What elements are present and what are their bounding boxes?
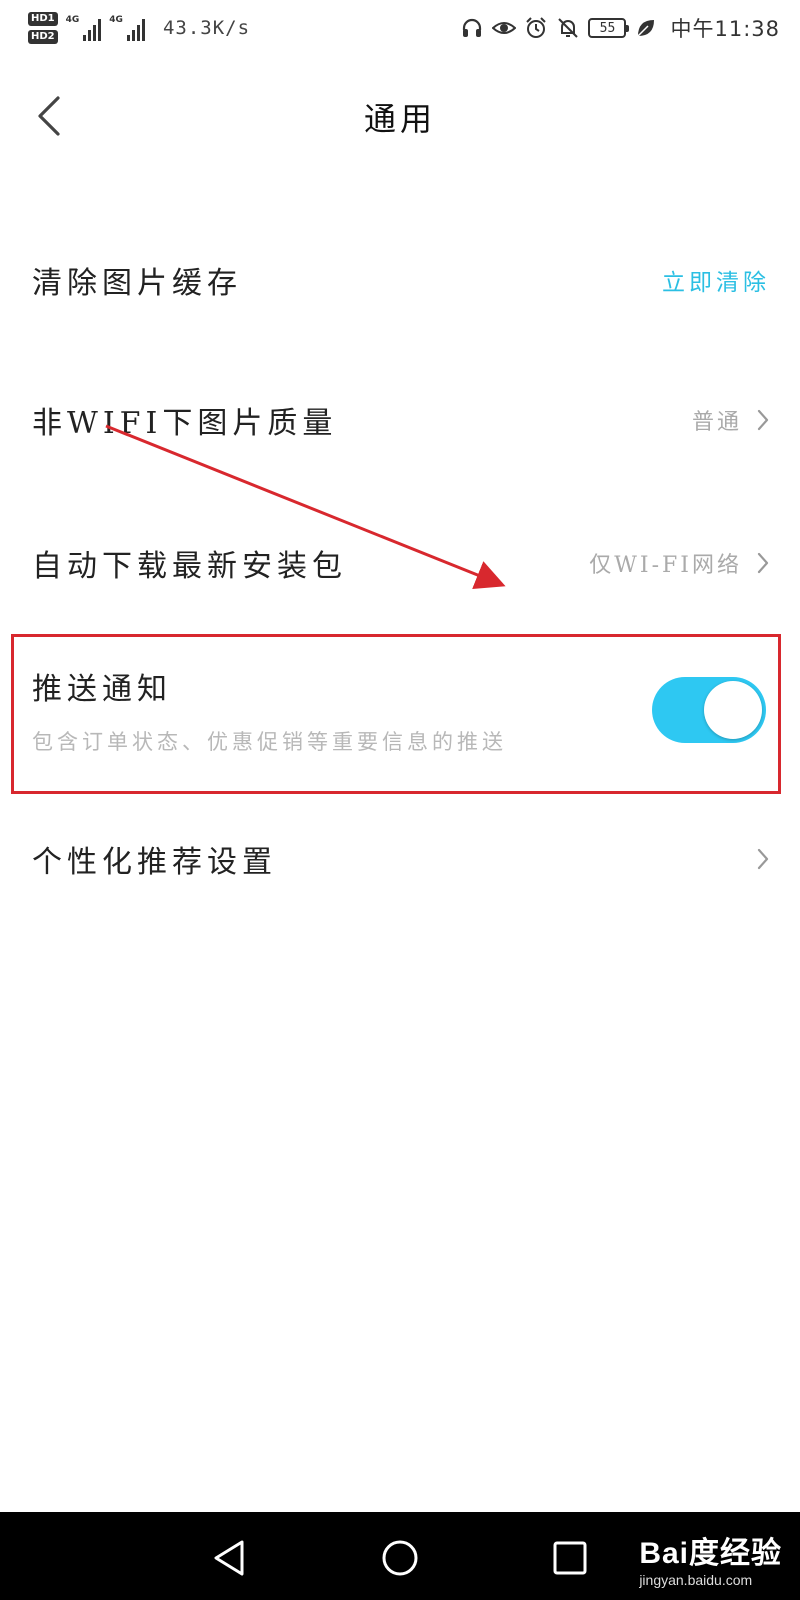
auto-download-label: 自动下载最新安装包	[32, 549, 347, 584]
clear-cache-label: 清除图片缓存	[32, 266, 242, 301]
image-quality-label: 非WIFI下图片质量	[32, 406, 338, 441]
clock: 中午11:38	[670, 17, 780, 41]
navigation-bar: Bai度经验 jingyan.baidu.com	[0, 1512, 800, 1600]
nav-back-icon[interactable]	[206, 1534, 254, 1582]
status-left: HD1 HD2 4G 4G 43.3K/s	[28, 12, 250, 44]
nav-recent-icon[interactable]	[546, 1534, 594, 1582]
signal-1-label: 4G	[65, 15, 80, 25]
hd1-badge: HD1	[28, 12, 58, 26]
signal-2-icon: 4G	[109, 15, 145, 41]
screen: HD1 HD2 4G 4G 43.3K/s 55 中午11:38 通用 清除图片…	[0, 0, 800, 1600]
eye-icon	[492, 22, 517, 34]
setting-personalized[interactable]: 个性化推荐设置	[0, 819, 800, 899]
auto-download-right: 仅WI-FI网络	[589, 547, 770, 579]
signal-1-icon: 4G	[66, 15, 102, 41]
image-quality-value: 普通	[691, 410, 742, 435]
chevron-right-icon	[757, 552, 769, 574]
leaf-icon	[637, 20, 655, 37]
personalized-label: 个性化推荐设置	[32, 845, 277, 880]
battery-icon: 55	[588, 18, 630, 38]
image-quality-right: 普通	[692, 404, 770, 436]
nav-home-icon[interactable]	[376, 1534, 424, 1582]
watermark-url: jingyan.baidu.com	[639, 1572, 753, 1588]
watermark-brand: Bai度经验	[639, 1537, 782, 1570]
chevron-right-icon	[757, 848, 769, 870]
clear-now-button[interactable]: 立即清除	[662, 263, 770, 297]
chevron-right-icon	[757, 409, 769, 431]
network-speed: 43.3K/s	[162, 17, 251, 39]
hd2-badge: HD2	[28, 30, 58, 44]
status-right: 55 中午11:38	[460, 13, 780, 43]
alarm-icon	[526, 17, 547, 38]
annotation-highlight-box	[11, 634, 781, 794]
headphones-icon	[463, 18, 482, 37]
watermark: Bai度经验 jingyan.baidu.com	[639, 1528, 782, 1588]
setting-image-quality[interactable]: 非WIFI下图片质量 普通	[0, 380, 800, 460]
mute-bell-icon	[558, 18, 579, 38]
status-bar: HD1 HD2 4G 4G 43.3K/s 55 中午11:38	[0, 0, 800, 56]
setting-auto-download[interactable]: 自动下载最新安装包 仅WI-FI网络	[0, 523, 800, 603]
hd-indicators: HD1 HD2	[28, 12, 58, 44]
auto-download-value: 仅WI-FI网络	[589, 553, 742, 578]
header: 通用	[0, 76, 800, 156]
setting-clear-cache[interactable]: 清除图片缓存 立即清除	[0, 240, 800, 320]
signal-2-label: 4G	[109, 15, 123, 25]
page-title: 通用	[363, 100, 436, 138]
